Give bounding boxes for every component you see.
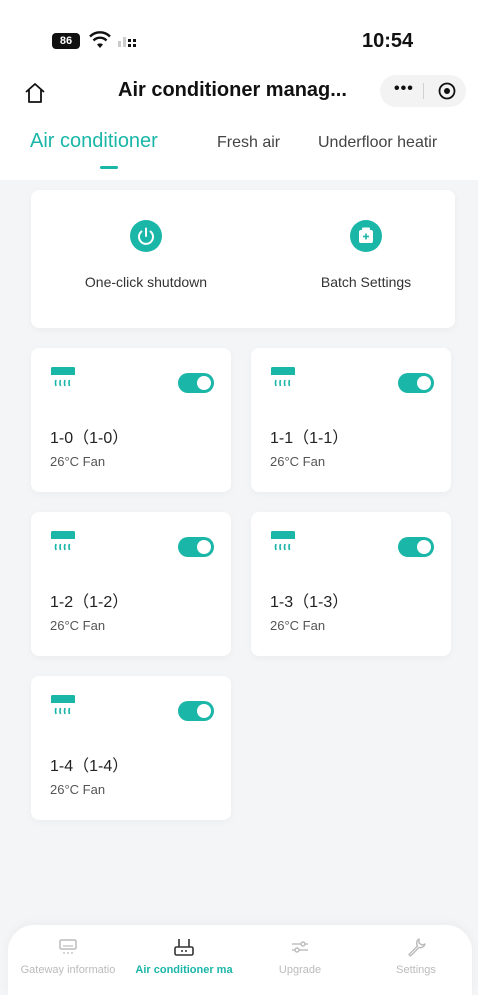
- gateway-icon: [59, 939, 77, 954]
- capsule-divider: [423, 83, 424, 99]
- wrench-icon: [408, 938, 426, 957]
- power-toggle[interactable]: [178, 373, 214, 393]
- air-conditioner-icon: [51, 531, 75, 551]
- device-status: 26°C Fan: [270, 618, 326, 633]
- router-icon: [174, 939, 194, 956]
- quick-actions-panel: One-click shutdown Batch Settings: [31, 190, 455, 328]
- bottom-tab-label: Upgrade: [278, 964, 322, 976]
- device-card[interactable]: 1-3（1-3） 26°C Fan: [251, 512, 451, 656]
- nav-bar: Air conditioner manag... •••: [0, 68, 478, 118]
- air-conditioner-icon: [271, 367, 295, 387]
- batch-settings-icon: [350, 220, 382, 252]
- close-target-icon[interactable]: [438, 82, 456, 100]
- battery-indicator: 86: [52, 33, 80, 49]
- device-name: 1-0（1-0）: [50, 430, 129, 447]
- one-click-shutdown-label: One-click shutdown: [84, 274, 208, 290]
- device-name: 1-2（1-2）: [50, 594, 129, 611]
- power-toggle[interactable]: [398, 373, 434, 393]
- device-status: 26°C Fan: [50, 782, 106, 797]
- bottom-tab-air-conditioner[interactable]: Air conditioner ma: [126, 935, 242, 976]
- home-icon[interactable]: [22, 80, 48, 106]
- air-conditioner-icon: [271, 531, 295, 551]
- bottom-tab-bar: Gateway informatio Air conditioner ma Up…: [8, 925, 472, 995]
- batch-settings-label: Batch Settings: [320, 274, 412, 290]
- power-icon: [130, 220, 162, 252]
- bottom-tab-settings[interactable]: Settings: [358, 935, 474, 976]
- device-name: 1-3（1-3）: [270, 594, 349, 611]
- bottom-tab-upgrade[interactable]: Upgrade: [242, 935, 358, 976]
- power-toggle[interactable]: [398, 537, 434, 557]
- air-conditioner-icon: [51, 367, 75, 387]
- wifi-icon: [88, 30, 112, 56]
- device-card[interactable]: 1-4（1-4） 26°C Fan: [31, 676, 231, 820]
- clock: 10:54: [362, 30, 414, 52]
- mini-program-capsule: •••: [380, 75, 466, 107]
- device-status: 26°C Fan: [50, 618, 106, 633]
- bottom-tab-label: Settings: [396, 964, 436, 976]
- tab-underfloor-heating[interactable]: Underfloor heatir: [318, 134, 437, 152]
- bottom-tab-label: Air conditioner ma: [135, 964, 233, 976]
- active-tab-indicator: [100, 166, 118, 169]
- page-title: Air conditioner manag...: [118, 79, 347, 101]
- power-toggle[interactable]: [178, 701, 214, 721]
- batch-settings-button[interactable]: Batch Settings: [266, 220, 466, 290]
- device-name: 1-4（1-4）: [50, 758, 129, 775]
- bottom-tab-gateway[interactable]: Gateway informatio: [10, 935, 126, 976]
- device-card[interactable]: 1-1（1-1） 26°C Fan: [251, 348, 451, 492]
- device-card[interactable]: 1-0（1-0） 26°C Fan: [31, 348, 231, 492]
- one-click-shutdown-button[interactable]: One-click shutdown: [46, 220, 246, 290]
- sliders-icon: [292, 941, 308, 953]
- tab-air-conditioner[interactable]: Air conditioner: [30, 130, 158, 153]
- category-tabs: Air conditioner Fresh air Underfloor hea…: [0, 118, 478, 180]
- power-toggle[interactable]: [178, 537, 214, 557]
- air-conditioner-icon: [51, 695, 75, 715]
- device-card[interactable]: 1-2（1-2） 26°C Fan: [31, 512, 231, 656]
- bottom-tab-label: Gateway informatio: [20, 964, 116, 976]
- signal-icon: [118, 37, 136, 47]
- device-name: 1-1（1-1）: [270, 430, 349, 447]
- device-status: 26°C Fan: [50, 454, 106, 469]
- more-icon[interactable]: •••: [394, 80, 414, 98]
- tab-fresh-air[interactable]: Fresh air: [217, 134, 280, 152]
- device-status: 26°C Fan: [270, 454, 326, 469]
